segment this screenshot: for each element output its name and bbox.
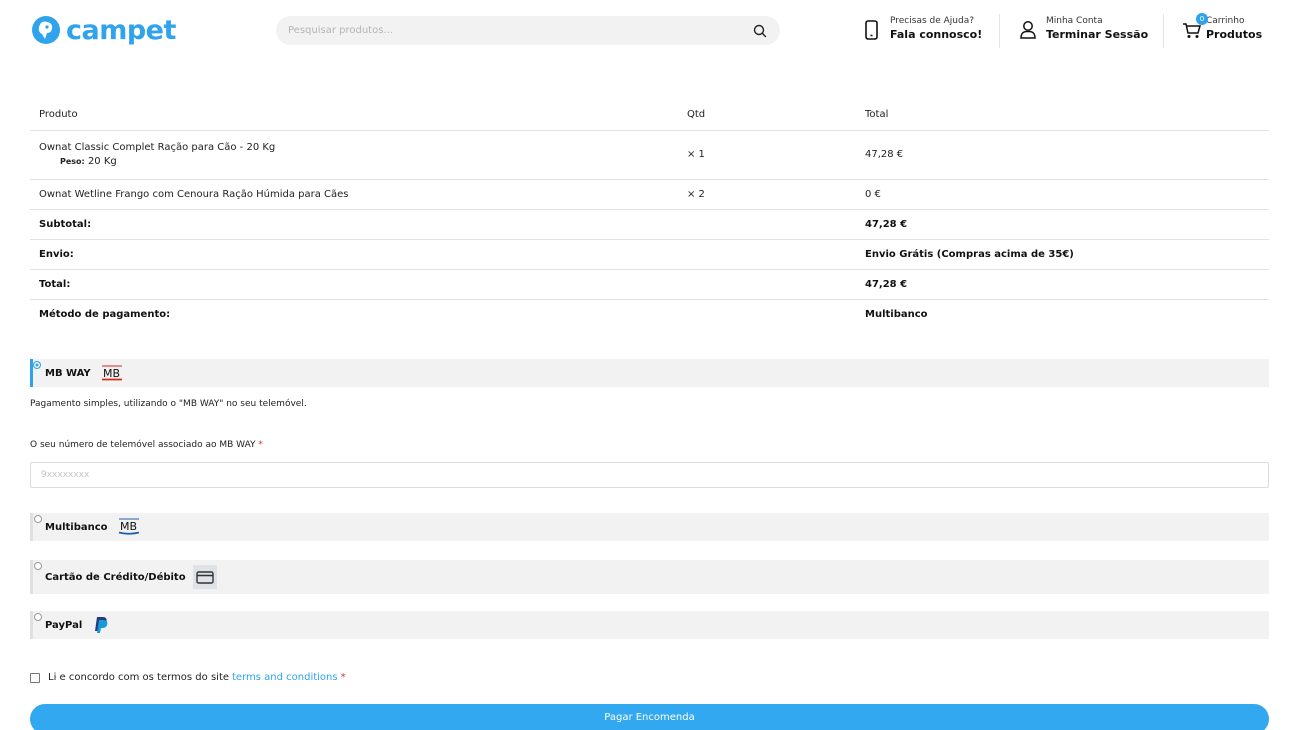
total-cell: 0 € bbox=[856, 179, 1269, 210]
mbway-logo-text: MB bbox=[103, 367, 120, 380]
multibanco-label: Multibanco bbox=[45, 521, 108, 533]
account-small-text: Minha Conta bbox=[1046, 16, 1103, 26]
total-cell: 47,28 € bbox=[856, 130, 1269, 180]
weight-label: Peso: bbox=[60, 157, 85, 166]
cart-small-text: Carrinho bbox=[1206, 16, 1245, 26]
mbway-label: MB WAY bbox=[45, 367, 91, 379]
payment-option-card[interactable]: Cartão de Crédito/Débito bbox=[30, 560, 1269, 594]
multibanco-logo-text: MB bbox=[120, 520, 137, 533]
empty-cell bbox=[678, 209, 856, 240]
payment-method-value: Multibanco bbox=[865, 308, 928, 320]
payment-option-multibanco[interactable]: Multibanco MB bbox=[30, 513, 1269, 541]
payment-option-paypal[interactable]: PayPal bbox=[30, 611, 1269, 639]
header-divider bbox=[1163, 14, 1164, 48]
search-input[interactable] bbox=[288, 25, 752, 36]
help-big-text: Fala connosco! bbox=[890, 28, 983, 41]
payment-method-row: Método de pagamento: Multibanco bbox=[30, 299, 1269, 329]
card-radio[interactable] bbox=[34, 562, 42, 570]
phone-label-text: O seu número de telemóvel associado ao M… bbox=[30, 440, 256, 450]
phone-field-label: O seu número de telemóvel associado ao M… bbox=[30, 440, 263, 450]
subtotal-row: Subtotal: 47,28 € bbox=[30, 209, 1269, 240]
product-cell: Ownat Classic Complet Ração para Cão - 2… bbox=[30, 130, 678, 180]
brand-name: campet bbox=[66, 14, 176, 46]
product-name: Ownat Wetline Frango com Cenoura Ração H… bbox=[30, 179, 678, 210]
empty-cell bbox=[678, 269, 856, 300]
shipping-row: Envio: Envio Grátis (Compras acima de 35… bbox=[30, 239, 1269, 270]
payment-option-mbway[interactable]: MB WAY MB bbox=[30, 359, 1269, 387]
table-header-row: Produto Qtd Total bbox=[30, 99, 1269, 131]
phone-icon bbox=[865, 20, 878, 40]
paypal-icon bbox=[94, 616, 108, 634]
search-icon[interactable] bbox=[752, 23, 768, 39]
terms-link[interactable]: terms and conditions bbox=[232, 672, 338, 683]
table-row: Ownat Classic Complet Ração para Cão - 2… bbox=[30, 130, 1269, 180]
mbway-phone-input[interactable] bbox=[30, 462, 1269, 488]
cart-big-text: Produtos bbox=[1206, 28, 1263, 41]
mbway-radio[interactable] bbox=[33, 361, 41, 369]
multibanco-radio[interactable] bbox=[34, 515, 42, 523]
total-label: Total: bbox=[30, 269, 678, 300]
paypal-label: PayPal bbox=[45, 619, 83, 631]
dog-logo-icon bbox=[32, 16, 60, 44]
total-row: Total: 47,28 € bbox=[30, 269, 1269, 300]
paypal-radio[interactable] bbox=[34, 613, 42, 621]
credit-card-icon bbox=[192, 565, 217, 589]
subtotal-value: 47,28 € bbox=[856, 209, 1269, 240]
required-mark: * bbox=[258, 440, 263, 450]
cart-menu[interactable]: 0 Carrinho Produtos bbox=[1182, 13, 1263, 45]
mbway-logo-icon: MB bbox=[101, 365, 123, 381]
shipping-label: Envio: bbox=[30, 239, 678, 270]
product-weight: Peso: 20 Kg bbox=[60, 156, 669, 167]
help-contact[interactable]: Precisas de Ajuda? Fala connosco! bbox=[862, 15, 982, 43]
card-label: Cartão de Crédito/Débito bbox=[45, 571, 186, 583]
header-divider bbox=[999, 14, 1000, 48]
weight-value: 20 Kg bbox=[87, 156, 117, 167]
mbway-description: Pagamento simples, utilizando o "MB WAY"… bbox=[30, 399, 307, 409]
cart-count-badge: 0 bbox=[1196, 13, 1208, 25]
column-header-product: Produto bbox=[30, 99, 678, 131]
multibanco-logo-icon: MB bbox=[118, 518, 140, 536]
pay-order-button[interactable]: Pagar Encomenda bbox=[30, 704, 1269, 730]
subtotal-label: Subtotal: bbox=[30, 209, 678, 240]
column-header-qty: Qtd bbox=[678, 99, 856, 131]
table-row: Ownat Wetline Frango com Cenoura Ração H… bbox=[30, 179, 1269, 210]
help-small-text: Precisas de Ajuda? bbox=[890, 16, 974, 26]
column-header-total: Total bbox=[856, 99, 1269, 131]
logout-link[interactable]: Terminar Sessão bbox=[1046, 27, 1148, 43]
account-menu[interactable]: Minha Conta Terminar Sessão bbox=[1018, 15, 1148, 43]
user-icon bbox=[1020, 21, 1036, 39]
empty-cell bbox=[678, 299, 856, 329]
required-mark: * bbox=[340, 672, 346, 683]
terms-checkbox[interactable] bbox=[30, 672, 40, 683]
qty-cell: × 1 bbox=[678, 130, 856, 180]
shipping-value: Envio Grátis (Compras acima de 35€) bbox=[856, 239, 1269, 270]
empty-cell bbox=[678, 239, 856, 270]
terms-agreement: Li e concordo com os termos do site term… bbox=[30, 672, 346, 683]
payment-method-label: Método de pagamento: bbox=[39, 308, 171, 320]
order-summary-table: Produto Qtd Total Ownat Classic Complet … bbox=[30, 99, 1269, 329]
total-value: 47,28 € bbox=[856, 269, 1269, 300]
search-bar bbox=[276, 16, 780, 45]
product-name: Ownat Classic Complet Ração para Cão - 2… bbox=[39, 142, 276, 153]
logo[interactable]: campet bbox=[30, 12, 176, 48]
terms-text: Li e concordo com os termos do site bbox=[48, 672, 230, 683]
qty-cell: × 2 bbox=[678, 179, 856, 210]
